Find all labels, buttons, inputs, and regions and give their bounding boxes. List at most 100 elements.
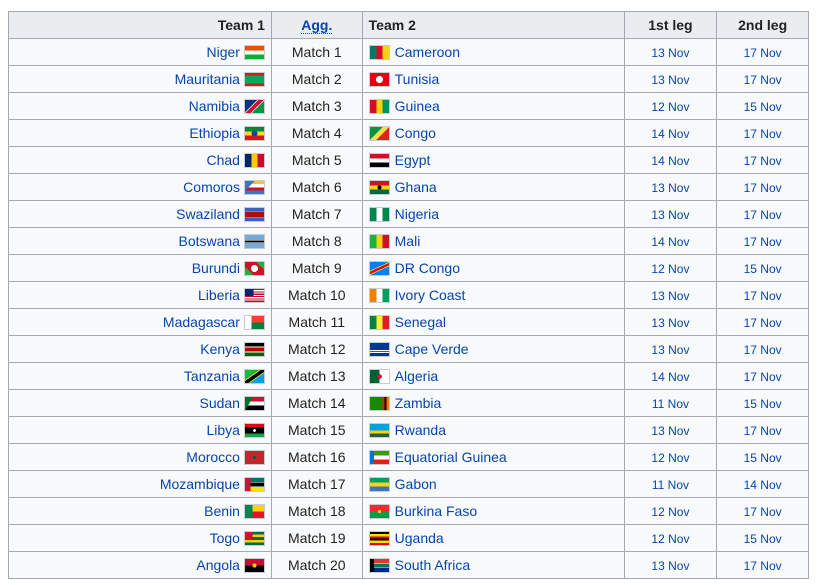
header-second-leg: 2nd leg	[716, 11, 809, 39]
first-leg-date-link[interactable]: 12 Nov	[651, 262, 689, 276]
team1-cell: Togo	[8, 524, 272, 552]
team1-link[interactable]: Niger	[207, 44, 240, 60]
second-leg-date-link[interactable]: 17 Nov	[744, 208, 782, 222]
team1-link[interactable]: Morocco	[186, 449, 240, 465]
team2-link[interactable]: Equatorial Guinea	[395, 449, 507, 465]
ghana-flag-icon	[368, 180, 390, 196]
team2-link[interactable]: Guinea	[395, 98, 440, 114]
team2-link[interactable]: Rwanda	[395, 422, 446, 438]
table-row: Tanzania Match 13 Algeria 14 Nov 17 Nov	[8, 362, 809, 390]
team2-cell: Egypt	[361, 146, 625, 174]
team2-link[interactable]: Nigeria	[395, 206, 439, 222]
team2-link[interactable]: Congo	[395, 125, 436, 141]
team1-link[interactable]: Mozambique	[160, 476, 240, 492]
first-leg-date-link[interactable]: 13 Nov	[651, 181, 689, 195]
second-leg-date-link[interactable]: 15 Nov	[744, 532, 782, 546]
burundi-flag-icon	[243, 261, 265, 277]
second-leg-date-link[interactable]: 17 Nov	[744, 181, 782, 195]
team1-link[interactable]: Swaziland	[176, 206, 240, 222]
team2-link[interactable]: Senegal	[395, 314, 446, 330]
second-leg-date-link[interactable]: 15 Nov	[744, 397, 782, 411]
second-leg-date-link[interactable]: 14 Nov	[744, 478, 782, 492]
team2-link[interactable]: Mali	[395, 233, 421, 249]
team2-link[interactable]: Ghana	[395, 179, 437, 195]
first-leg-date-link[interactable]: 12 Nov	[651, 451, 689, 465]
first-leg-date-link[interactable]: 13 Nov	[651, 343, 689, 357]
team1-cell: Kenya	[8, 335, 272, 363]
team1-link[interactable]: Libya	[207, 422, 240, 438]
team1-link[interactable]: Togo	[210, 530, 240, 546]
second-leg-date-link[interactable]: 15 Nov	[744, 262, 782, 276]
team1-link[interactable]: Botswana	[178, 233, 239, 249]
second-leg-date-link[interactable]: 17 Nov	[744, 154, 782, 168]
team1-link[interactable]: Tanzania	[184, 368, 240, 384]
first-leg-cell: 12 Nov	[623, 443, 718, 471]
second-leg-date-link[interactable]: 15 Nov	[744, 451, 782, 465]
first-leg-date-link[interactable]: 11 Nov	[652, 478, 689, 492]
team1-cell: Swaziland	[8, 200, 272, 228]
team1-link[interactable]: Liberia	[198, 287, 240, 303]
first-leg-date-link[interactable]: 13 Nov	[651, 424, 689, 438]
first-leg-date-link[interactable]: 14 Nov	[651, 235, 689, 249]
team1-link[interactable]: Kenya	[200, 341, 240, 357]
chad-flag-icon	[243, 153, 265, 169]
team2-link[interactable]: Gabon	[395, 476, 437, 492]
second-leg-date-link[interactable]: 17 Nov	[744, 127, 782, 141]
team2-link[interactable]: Tunisia	[395, 71, 440, 87]
team1-link[interactable]: Comoros	[183, 179, 240, 195]
match-cell: Match 6	[270, 173, 363, 201]
team1-link[interactable]: Burundi	[192, 260, 240, 276]
team1-link[interactable]: Namibia	[189, 98, 240, 114]
team1-link[interactable]: Sudan	[199, 395, 239, 411]
team2-link[interactable]: Ivory Coast	[395, 287, 466, 303]
first-leg-date-link[interactable]: 13 Nov	[651, 289, 689, 303]
team2-link[interactable]: Cameroon	[395, 44, 460, 60]
second-leg-date-link[interactable]: 17 Nov	[744, 235, 782, 249]
agg-link[interactable]: Agg.	[301, 17, 333, 34]
team1-link[interactable]: Madagascar	[163, 314, 240, 330]
first-leg-date-link[interactable]: 12 Nov	[651, 532, 689, 546]
team1-link[interactable]: Ethiopia	[189, 125, 240, 141]
team2-link[interactable]: Zambia	[395, 395, 442, 411]
first-leg-date-link[interactable]: 14 Nov	[651, 370, 689, 384]
ivory-coast-flag-icon	[368, 288, 390, 304]
team1-link[interactable]: Angola	[196, 557, 240, 573]
second-leg-date-link[interactable]: 17 Nov	[744, 73, 782, 87]
table-row: Chad Match 5 Egypt 14 Nov 17 Nov	[8, 146, 809, 174]
first-leg-date-link[interactable]: 12 Nov	[651, 505, 689, 519]
second-leg-date-link[interactable]: 15 Nov	[744, 100, 782, 114]
second-leg-cell: 17 Nov	[716, 173, 809, 201]
team1-link[interactable]: Mauritania	[175, 71, 240, 87]
team2-link[interactable]: DR Congo	[395, 260, 460, 276]
first-leg-date-link[interactable]: 13 Nov	[651, 46, 689, 60]
team1-link[interactable]: Chad	[207, 152, 240, 168]
first-leg-date-link[interactable]: 14 Nov	[651, 154, 689, 168]
first-leg-date-link[interactable]: 13 Nov	[651, 316, 689, 330]
first-leg-cell: 14 Nov	[623, 362, 718, 390]
second-leg-date-link[interactable]: 17 Nov	[744, 316, 782, 330]
libya-flag-icon	[243, 423, 265, 439]
first-leg-date-link[interactable]: 13 Nov	[651, 73, 689, 87]
match-cell: Match 16	[270, 443, 363, 471]
team2-link[interactable]: Egypt	[395, 152, 431, 168]
first-leg-date-link[interactable]: 11 Nov	[652, 397, 689, 411]
first-leg-date-link[interactable]: 13 Nov	[651, 559, 689, 573]
team2-link[interactable]: Cape Verde	[395, 341, 469, 357]
team1-link[interactable]: Benin	[204, 503, 240, 519]
team2-link[interactable]: Uganda	[395, 530, 444, 546]
second-leg-date-link[interactable]: 17 Nov	[744, 559, 782, 573]
second-leg-date-link[interactable]: 17 Nov	[744, 370, 782, 384]
mauritania-flag-icon	[243, 72, 265, 88]
team2-link[interactable]: Burkina Faso	[395, 503, 477, 519]
team2-link[interactable]: Algeria	[395, 368, 439, 384]
first-leg-date-link[interactable]: 12 Nov	[651, 100, 689, 114]
header-agg[interactable]: Agg.	[270, 11, 363, 39]
team2-link[interactable]: South Africa	[395, 557, 471, 573]
first-leg-date-link[interactable]: 13 Nov	[651, 208, 689, 222]
second-leg-date-link[interactable]: 17 Nov	[744, 505, 782, 519]
first-leg-date-link[interactable]: 14 Nov	[651, 127, 689, 141]
second-leg-date-link[interactable]: 17 Nov	[744, 289, 782, 303]
second-leg-date-link[interactable]: 17 Nov	[744, 424, 782, 438]
second-leg-date-link[interactable]: 17 Nov	[744, 343, 782, 357]
second-leg-date-link[interactable]: 17 Nov	[744, 46, 782, 60]
